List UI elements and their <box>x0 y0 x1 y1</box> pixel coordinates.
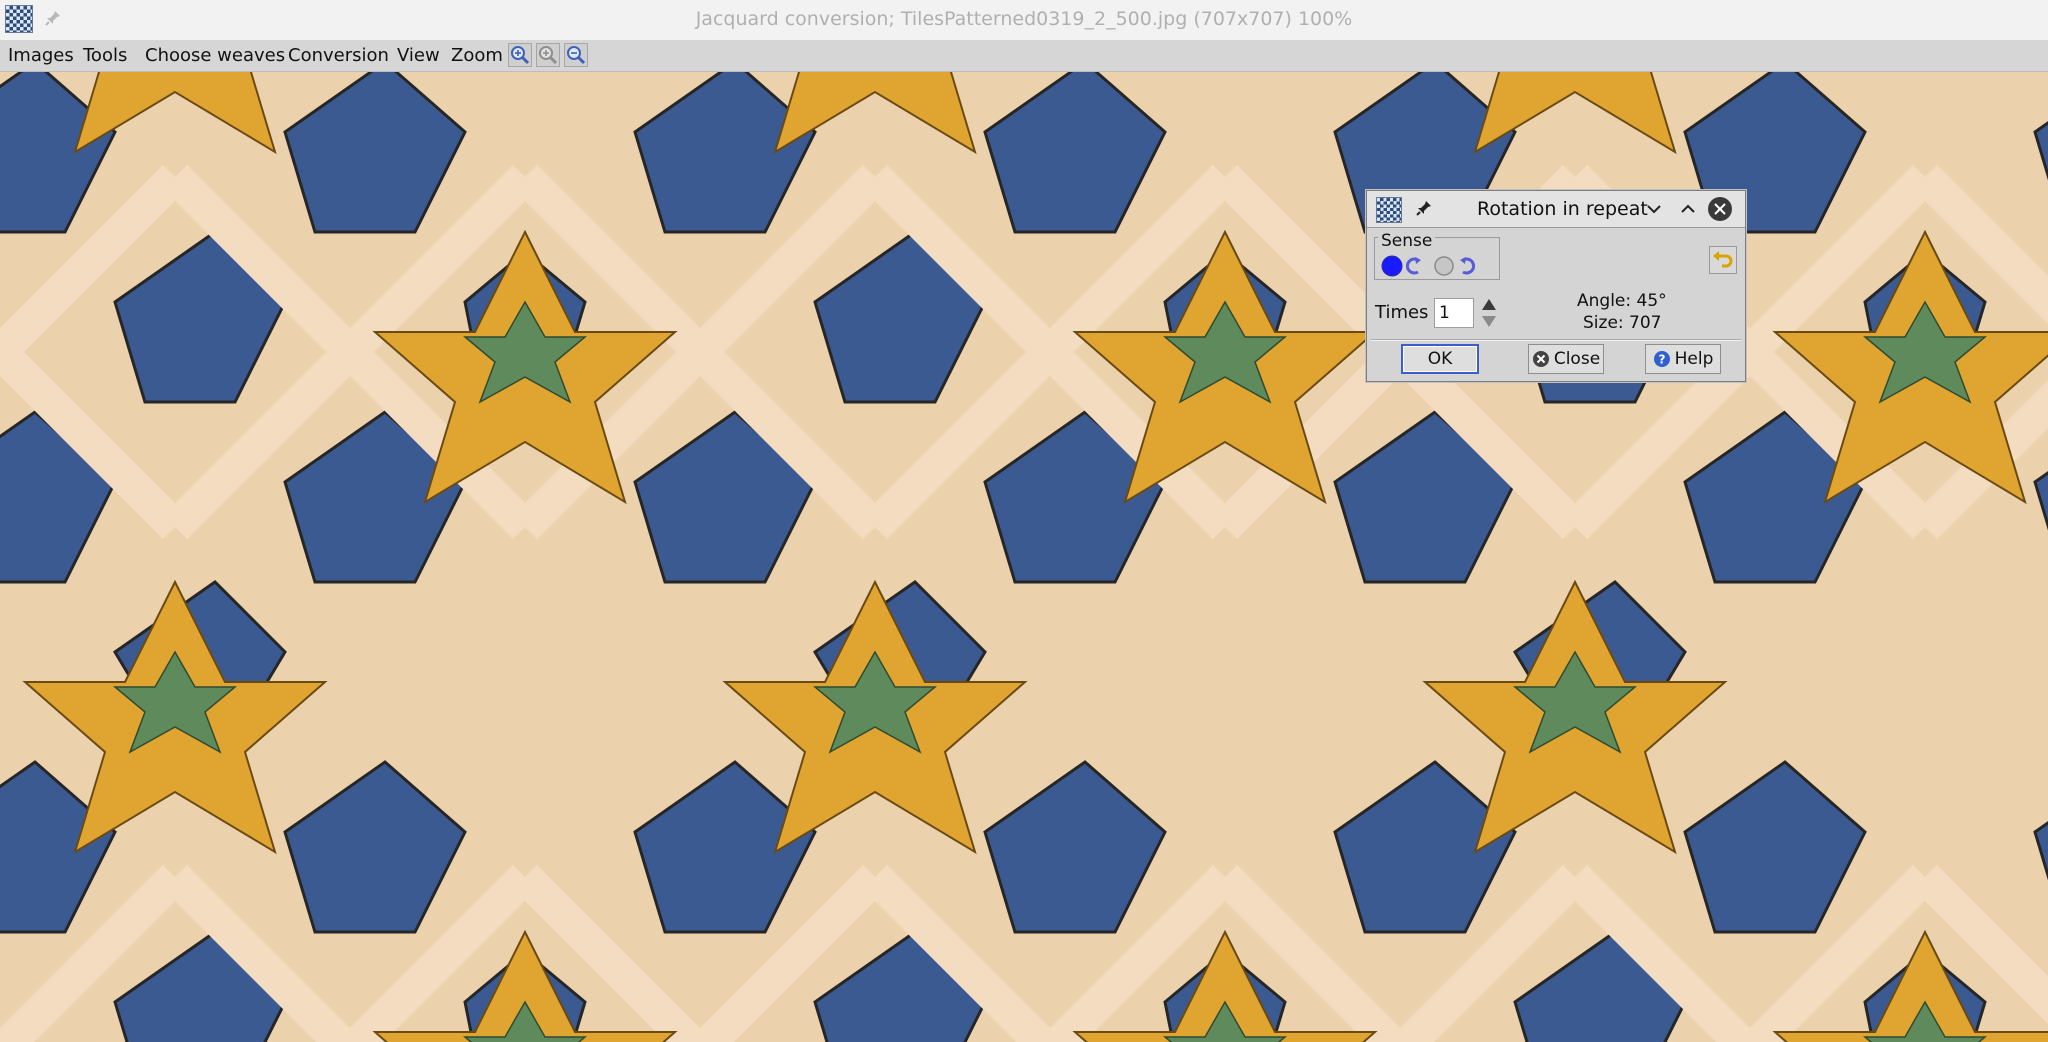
undo-button[interactable] <box>1709 246 1737 274</box>
close-window-icon[interactable] <box>1707 196 1733 222</box>
times-spinner[interactable] <box>1479 296 1499 330</box>
zoom-out-button[interactable] <box>564 43 588 67</box>
window-title: Jacquard conversion; TilesPatterned0319_… <box>695 8 1353 30</box>
dialog-separator <box>1371 339 1741 341</box>
angle-readout: Angle: 45° <box>1577 291 1667 311</box>
menu-tools[interactable]: Tools <box>83 45 127 66</box>
times-input[interactable] <box>1434 298 1474 328</box>
dialog-titlebar[interactable]: Rotation in repeat <box>1367 191 1745 228</box>
dialog-pin-icon[interactable] <box>1415 199 1433 221</box>
help-icon: ? <box>1653 351 1670 367</box>
help-label: Help <box>1674 349 1714 369</box>
zoom-in-icon <box>539 46 558 65</box>
rotation-dialog: Rotation in repeat Sense Times Angle: 45… <box>1366 190 1746 382</box>
menu-images[interactable]: Images <box>8 45 74 66</box>
sense-cw-radio[interactable] <box>1433 255 1455 277</box>
maximize-icon[interactable] <box>1675 196 1701 222</box>
menu-zoom[interactable]: Zoom <box>451 45 503 66</box>
zoom-out-icon <box>567 46 586 65</box>
sense-ccw-radio[interactable] <box>1381 255 1403 277</box>
ok-button[interactable]: OK <box>1401 344 1479 374</box>
ccw-arrow-icon <box>1405 257 1421 275</box>
sense-label: Sense <box>1378 231 1436 251</box>
menubar: Images Tools Choose weaves Conversion Vi… <box>0 40 2048 72</box>
undo-icon <box>1713 251 1733 268</box>
zoom-reset-icon <box>511 46 530 65</box>
close-icon <box>1532 351 1549 367</box>
size-readout: Size: 707 <box>1583 313 1662 333</box>
zoom-reset-button[interactable] <box>508 43 532 67</box>
times-label: Times <box>1375 302 1429 323</box>
close-button[interactable]: Close <box>1528 344 1604 374</box>
minimize-icon[interactable] <box>1641 196 1667 222</box>
ok-label: OK <box>1427 349 1453 369</box>
cw-arrow-icon <box>1460 257 1476 275</box>
dialog-app-icon <box>1376 197 1402 223</box>
zoom-in-button[interactable] <box>536 43 560 67</box>
svg-text:?: ? <box>1658 353 1665 367</box>
close-label: Close <box>1553 349 1601 369</box>
window-titlebar: Jacquard conversion; TilesPatterned0319_… <box>0 0 2048 40</box>
help-button[interactable]: ? Help <box>1645 344 1721 374</box>
menu-conversion[interactable]: Conversion <box>288 45 389 66</box>
menu-choose-weaves[interactable]: Choose weaves <box>145 45 285 66</box>
menu-view[interactable]: View <box>397 45 440 66</box>
dialog-title: Rotation in repeat <box>1477 198 1648 220</box>
